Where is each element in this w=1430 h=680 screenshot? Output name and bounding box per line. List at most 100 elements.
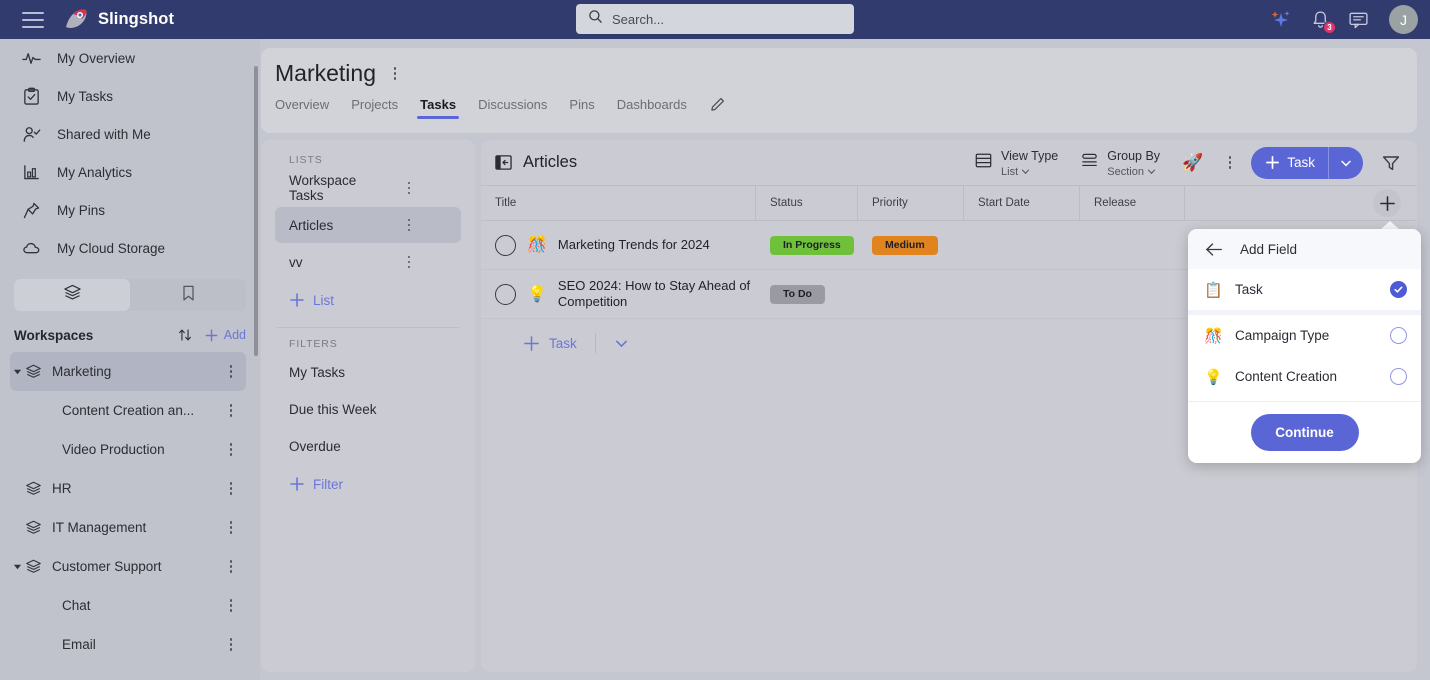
- tab-discussions[interactable]: Discussions: [478, 97, 547, 119]
- radio-unselected-icon[interactable]: [1390, 368, 1407, 385]
- filter-item-label: My Tasks: [289, 364, 346, 380]
- workspace-item-email[interactable]: Email: [10, 625, 246, 664]
- filter-item-my-tasks[interactable]: My Tasks: [275, 354, 461, 390]
- radio-selected-icon[interactable]: [1390, 281, 1407, 298]
- inline-add-task-dropdown[interactable]: [614, 336, 629, 351]
- pencil-icon[interactable]: [709, 95, 727, 119]
- search-input[interactable]: Search...: [576, 4, 854, 34]
- priority-badge[interactable]: Medium: [872, 235, 938, 255]
- radio-unselected-icon[interactable]: [1390, 327, 1407, 344]
- add-field-option-campaign-type[interactable]: 🎊 Campaign Type: [1188, 315, 1421, 356]
- kebab-menu-icon[interactable]: [224, 599, 238, 612]
- add-workspace-button[interactable]: Add: [204, 328, 246, 343]
- funnel-icon[interactable]: [1381, 153, 1401, 173]
- sparkle-icon[interactable]: [1269, 9, 1293, 31]
- workspace-item-video-production[interactable]: Video Production: [10, 430, 246, 469]
- arrow-left-icon[interactable]: [1204, 241, 1224, 258]
- avatar[interactable]: J: [1389, 5, 1418, 34]
- page-title-row: Marketing: [261, 48, 1417, 87]
- column-header-priority[interactable]: Priority: [858, 186, 964, 220]
- sidebar-tab-workspaces[interactable]: [14, 279, 130, 311]
- filter-item-due-this-week[interactable]: Due this Week: [275, 391, 461, 427]
- chat-icon[interactable]: [1348, 10, 1369, 30]
- bell-icon[interactable]: 3: [1311, 10, 1336, 34]
- task-title[interactable]: Marketing Trends for 2024: [558, 237, 710, 253]
- rocket-icon[interactable]: 🚀: [1182, 153, 1203, 173]
- column-header-title[interactable]: Title: [481, 186, 756, 220]
- activity-icon: [22, 49, 41, 68]
- workspace-item-marketing[interactable]: Marketing: [10, 352, 246, 391]
- sidebar-scrollbar[interactable]: [254, 66, 258, 356]
- continue-button[interactable]: Continue: [1250, 414, 1359, 451]
- group-by-label: Group By: [1107, 148, 1161, 163]
- brand-name: Slingshot: [98, 10, 175, 28]
- search-placeholder: Search...: [612, 11, 665, 27]
- workspace-item-it-management[interactable]: IT Management: [10, 508, 246, 547]
- sidebar-item-my-tasks[interactable]: My Tasks: [0, 77, 260, 115]
- kebab-menu-icon[interactable]: [369, 181, 449, 195]
- group-by-control[interactable]: Group By Section: [1080, 147, 1160, 179]
- filter-item-overdue[interactable]: Overdue: [275, 428, 461, 464]
- add-task-dropdown[interactable]: [1329, 157, 1363, 169]
- add-column-button[interactable]: [1373, 189, 1401, 217]
- kebab-menu-icon[interactable]: [224, 443, 238, 456]
- task-complete-toggle[interactable]: [495, 283, 516, 305]
- app-logo[interactable]: Slingshot: [64, 7, 174, 32]
- list-item-label: Workspace Tasks: [289, 173, 357, 203]
- hamburger-icon[interactable]: [22, 11, 44, 28]
- add-field-option-task[interactable]: 📋 Task: [1188, 269, 1421, 310]
- add-list-button[interactable]: List: [261, 281, 475, 319]
- sidebar-item-shared-with-me[interactable]: Shared with Me: [0, 115, 260, 153]
- status-badge[interactable]: To Do: [770, 284, 825, 304]
- sidebar-item-my-cloud-storage[interactable]: My Cloud Storage: [0, 229, 260, 267]
- add-filter-button[interactable]: Filter: [261, 465, 475, 503]
- kebab-menu-icon[interactable]: [369, 218, 449, 232]
- chevron-down-icon[interactable]: [10, 367, 24, 376]
- tab-dashboards[interactable]: Dashboards: [617, 97, 687, 119]
- kebab-menu-icon[interactable]: [224, 404, 238, 417]
- tab-label: Pins: [569, 97, 595, 112]
- workspace-item-chat[interactable]: Chat: [10, 586, 246, 625]
- column-header-start-date[interactable]: Start Date: [964, 186, 1080, 220]
- workspace-item-content-creation[interactable]: Content Creation an...: [10, 391, 246, 430]
- workspace-item-customer-support[interactable]: Customer Support: [10, 547, 246, 586]
- inline-add-task-button[interactable]: Task: [523, 335, 577, 352]
- filter-item-label: Overdue: [289, 438, 341, 454]
- task-type-icon: 💡: [527, 286, 547, 303]
- add-field-option-content-creation[interactable]: 💡 Content Creation: [1188, 356, 1421, 397]
- kebab-menu-icon[interactable]: [224, 560, 238, 573]
- column-header-status[interactable]: Status: [756, 186, 858, 220]
- view-type-control[interactable]: View Type List: [974, 147, 1058, 179]
- list-item-workspace-tasks[interactable]: Workspace Tasks: [275, 170, 461, 206]
- sidebar-item-my-overview[interactable]: My Overview: [0, 39, 260, 77]
- workspace-item-hr[interactable]: HR: [10, 469, 246, 508]
- tab-overview[interactable]: Overview: [275, 97, 329, 119]
- sort-arrows-icon[interactable]: [176, 326, 194, 344]
- tab-tasks[interactable]: Tasks: [417, 97, 459, 119]
- tab-projects[interactable]: Projects: [351, 97, 398, 119]
- sidebar-tab-bookmarks[interactable]: [130, 279, 246, 311]
- kebab-menu-icon[interactable]: [369, 255, 449, 269]
- status-badge[interactable]: In Progress: [770, 235, 854, 255]
- kebab-menu-icon[interactable]: [1223, 156, 1237, 169]
- cell-status: In Progress: [756, 235, 858, 255]
- list-item-vv[interactable]: vv: [275, 244, 461, 280]
- list-item-label: Articles: [289, 217, 334, 233]
- sidebar-item-my-analytics[interactable]: My Analytics: [0, 153, 260, 191]
- tab-pins[interactable]: Pins: [569, 97, 594, 119]
- list-item-articles[interactable]: Articles: [275, 207, 461, 243]
- task-complete-toggle[interactable]: [495, 234, 516, 256]
- add-task-button[interactable]: Task: [1251, 146, 1363, 179]
- workspace-label: Video Production: [62, 442, 165, 457]
- filters-section-label: FILTERS: [289, 338, 338, 350]
- collapse-panel-icon[interactable]: [495, 154, 512, 171]
- kebab-menu-icon[interactable]: [224, 365, 238, 378]
- kebab-menu-icon[interactable]: [388, 67, 402, 80]
- kebab-menu-icon[interactable]: [224, 521, 238, 534]
- task-title[interactable]: SEO 2024: How to Stay Ahead of Competiti…: [558, 278, 756, 310]
- kebab-menu-icon[interactable]: [224, 638, 238, 651]
- kebab-menu-icon[interactable]: [224, 482, 238, 495]
- sidebar-item-my-pins[interactable]: My Pins: [0, 191, 260, 229]
- chevron-down-icon[interactable]: [10, 562, 24, 571]
- column-header-release[interactable]: Release: [1080, 186, 1185, 220]
